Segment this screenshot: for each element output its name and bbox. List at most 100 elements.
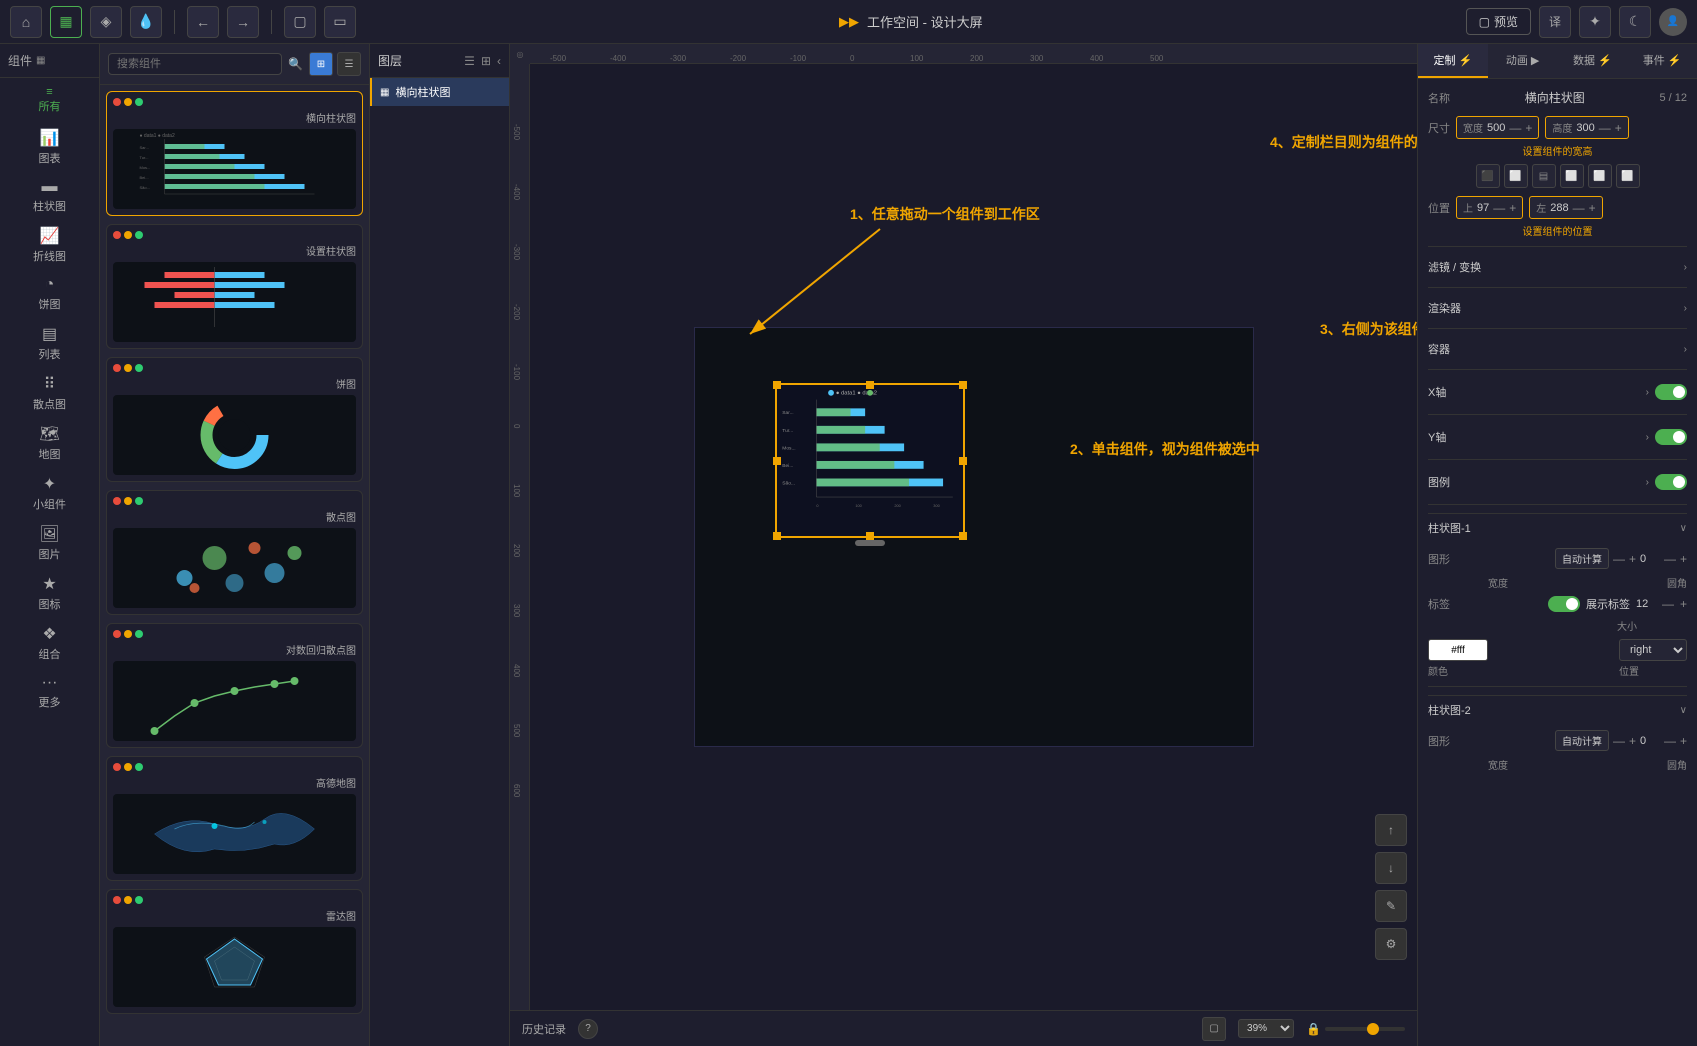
nav-item-group[interactable]: ❖ 组合 xyxy=(0,618,99,668)
wand-button[interactable]: ✦ xyxy=(1579,6,1611,38)
drag-handle-bottom[interactable] xyxy=(855,540,885,546)
search-input[interactable] xyxy=(108,53,282,75)
forward-button[interactable]: → xyxy=(227,6,259,38)
resize-handle-tm[interactable] xyxy=(866,381,874,389)
chart-component[interactable]: ● data1 ● data2 Sar... Tur... Mos... Bei… xyxy=(775,383,965,538)
bar1-tag-size-plus[interactable]: + xyxy=(1680,597,1687,611)
bar2-shape-minus2[interactable]: — xyxy=(1664,734,1676,748)
xaxis-row[interactable]: X轴 › xyxy=(1428,378,1687,406)
grid-view-button[interactable]: ⊞ xyxy=(309,52,333,76)
nav-item-scatter[interactable]: ⠿ 散点图 xyxy=(0,368,99,418)
left-box[interactable]: 左 288 — + xyxy=(1529,196,1602,219)
frame-button[interactable]: ▢ xyxy=(1202,1017,1226,1041)
yaxis-toggle[interactable] xyxy=(1655,429,1687,445)
align-btn-2[interactable]: ⬜ xyxy=(1504,164,1528,188)
top-minus[interactable]: — xyxy=(1493,201,1505,215)
resize-handle-bl[interactable] xyxy=(773,532,781,540)
component-card-pie[interactable]: 饼图 xyxy=(106,357,363,482)
renderer-row[interactable]: 渲染器 › xyxy=(1428,296,1687,320)
left-plus[interactable]: + xyxy=(1589,201,1596,215)
back-button[interactable]: ← xyxy=(187,6,219,38)
align-btn-3[interactable]: ▤ xyxy=(1532,164,1556,188)
width-minus[interactable]: — xyxy=(1509,121,1521,135)
align-btn-6[interactable]: ⬜ xyxy=(1616,164,1640,188)
nav-item-all[interactable]: ≡ 所有 xyxy=(0,78,99,122)
bar1-shape-plus[interactable]: + xyxy=(1629,552,1636,566)
bar1-shape-minus2[interactable]: — xyxy=(1664,552,1676,566)
resize-handle-tl[interactable] xyxy=(773,381,781,389)
edit-button[interactable]: ✎ xyxy=(1375,890,1407,922)
drop-button[interactable]: 💧 xyxy=(130,6,162,38)
component-card-gaode-map[interactable]: 高德地图 xyxy=(106,756,363,881)
bar-chart-button[interactable]: ▦ xyxy=(50,6,82,38)
align-btn-1[interactable]: ⬛ xyxy=(1476,164,1500,188)
container-row[interactable]: 容器 › xyxy=(1428,337,1687,361)
desktop-button[interactable]: ▢ xyxy=(284,6,316,38)
xaxis-toggle[interactable] xyxy=(1655,384,1687,400)
top-box[interactable]: 上 97 — + xyxy=(1456,196,1523,219)
zoom-slider[interactable] xyxy=(1325,1027,1405,1031)
zoom-select[interactable]: 39% 50% 75% 100% xyxy=(1238,1019,1294,1038)
bar2-header[interactable]: 柱状图-2 ∨ xyxy=(1428,695,1687,724)
list-view-button[interactable]: ☰ xyxy=(337,52,361,76)
canvas-content[interactable]: -500 -400 -300 -200 -100 0 100 200 300 4… xyxy=(510,64,1417,1010)
nav-item-icon[interactable]: ★ 图标 xyxy=(0,568,99,618)
settings-canvas-button[interactable]: ⚙ xyxy=(1375,928,1407,960)
nav-item-image[interactable]: 🖼 图片 xyxy=(0,518,99,568)
upload-button[interactable]: ↑ xyxy=(1375,814,1407,846)
home-button[interactable]: ⌂ xyxy=(10,6,42,38)
download-button[interactable]: ↓ xyxy=(1375,852,1407,884)
bar1-show-tag-toggle[interactable] xyxy=(1548,596,1580,612)
canvas-frame[interactable]: ● data1 ● data2 Sar... Tur... Mos... Bei… xyxy=(694,327,1254,747)
bar1-tag-size-minus[interactable]: — xyxy=(1662,597,1674,611)
bar1-position-select[interactable]: right left top bottom inside xyxy=(1619,639,1687,661)
resize-handle-bm[interactable] xyxy=(866,532,874,540)
left-minus[interactable]: — xyxy=(1573,201,1585,215)
mobile-button[interactable]: ▭ xyxy=(324,6,356,38)
bar2-shape-plus[interactable]: + xyxy=(1629,734,1636,748)
resize-handle-mr[interactable] xyxy=(959,457,967,465)
bar2-shape-auto[interactable]: 自动计算 xyxy=(1555,730,1609,751)
bar1-shape-plus2[interactable]: + xyxy=(1680,552,1687,566)
align-btn-4[interactable]: ⬜ xyxy=(1560,164,1584,188)
layer-grid-icon[interactable]: ⊞ xyxy=(481,54,491,68)
history-label[interactable]: 历史记录 xyxy=(522,1021,566,1037)
translate-button[interactable]: 译 xyxy=(1539,6,1571,38)
nav-item-more[interactable]: ··· 更多 xyxy=(0,668,99,716)
component-card-radar[interactable]: 雷达图 xyxy=(106,889,363,1014)
nav-item-line[interactable]: 📈 折线图 xyxy=(0,220,99,270)
yaxis-row[interactable]: Y轴 › xyxy=(1428,423,1687,451)
tab-animate[interactable]: 动画 ▶ xyxy=(1488,44,1558,78)
filter-transform-row[interactable]: 滤镜 / 变换 › xyxy=(1428,255,1687,279)
moon-button[interactable]: ☾ xyxy=(1619,6,1651,38)
height-plus[interactable]: + xyxy=(1615,121,1622,135)
resize-handle-ml[interactable] xyxy=(773,457,781,465)
tab-custom[interactable]: 定制 ⚡ xyxy=(1418,44,1488,78)
bar2-shape-minus[interactable]: — xyxy=(1613,734,1625,748)
help-button[interactable]: ? xyxy=(578,1019,598,1039)
bar2-shape-plus2[interactable]: + xyxy=(1680,734,1687,748)
legend-row[interactable]: 图例 › xyxy=(1428,468,1687,496)
nav-item-pie[interactable]: ◔ 饼图 xyxy=(0,270,99,318)
layer-view-icon[interactable]: ☰ xyxy=(464,54,475,68)
resize-handle-br[interactable] xyxy=(959,532,967,540)
layers-button[interactable]: ◈ xyxy=(90,6,122,38)
component-card-scatter[interactable]: 散点图 xyxy=(106,490,363,615)
align-btn-5[interactable]: ⬜ xyxy=(1588,164,1612,188)
tab-event[interactable]: 事件 ⚡ xyxy=(1627,44,1697,78)
preview-button[interactable]: ▢ custom 预览 xyxy=(1466,8,1531,35)
tab-data[interactable]: 数据 ⚡ xyxy=(1558,44,1628,78)
avatar[interactable]: 👤 xyxy=(1659,8,1687,36)
component-card-horizontal-bar[interactable]: 横向柱状图 ● data1 ● data2 Sar... Tur... Mos.… xyxy=(106,91,363,216)
canvas-workspace[interactable]: ● data1 ● data2 Sar... Tur... Mos... Bei… xyxy=(530,64,1417,1010)
height-box[interactable]: 高度 300 — + xyxy=(1545,116,1628,139)
resize-handle-tr[interactable] xyxy=(959,381,967,389)
nav-item-widget[interactable]: ✦ 小组件 xyxy=(0,468,99,518)
legend-toggle[interactable] xyxy=(1655,474,1687,490)
component-card-diverging-bar[interactable]: 设置柱状图 xyxy=(106,224,363,349)
nav-item-bar[interactable]: ▬ 柱状图 xyxy=(0,172,99,220)
bar1-shape-minus[interactable]: — xyxy=(1613,552,1625,566)
layer-item-1[interactable]: ▦ 横向柱状图 xyxy=(370,78,509,106)
width-plus[interactable]: + xyxy=(1525,121,1532,135)
top-plus[interactable]: + xyxy=(1509,201,1516,215)
